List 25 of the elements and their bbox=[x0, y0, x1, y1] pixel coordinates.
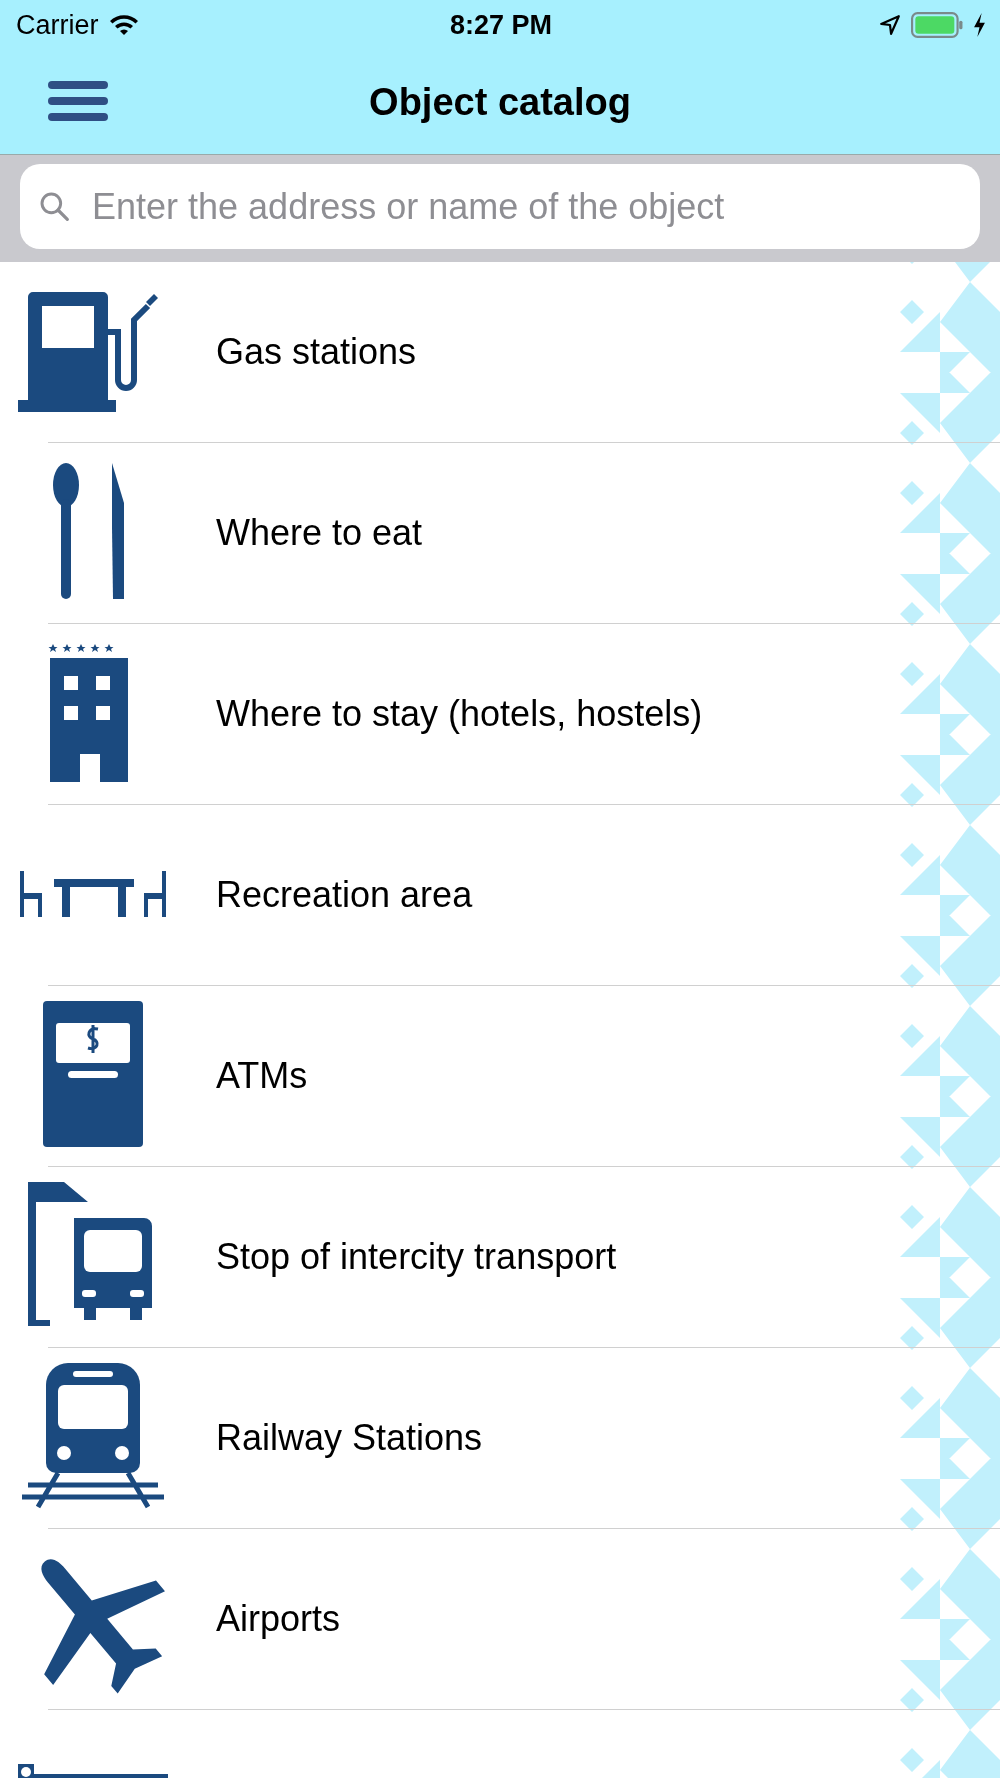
location-arrow-icon bbox=[879, 14, 901, 36]
search-icon bbox=[38, 190, 70, 222]
search-field[interactable]: Enter the address or name of the object bbox=[20, 164, 980, 249]
category-item[interactable]: ATMs bbox=[0, 986, 1000, 1166]
category-label: Recreation area bbox=[216, 874, 473, 916]
category-item[interactable]: Where to stay (hotels, hostels) bbox=[0, 624, 1000, 804]
category-label: Railway Stations bbox=[216, 1417, 483, 1459]
category-item[interactable]: Where to eat bbox=[0, 443, 1000, 623]
wifi-icon bbox=[108, 14, 139, 36]
category-label: Airports bbox=[216, 1598, 341, 1640]
category-item[interactable]: Stop of intercity transport bbox=[0, 1167, 1000, 1347]
status-time: 8:27 PM bbox=[449, 9, 552, 41]
category-label: Gas stations bbox=[216, 331, 417, 373]
category-item[interactable]: Recreation area bbox=[0, 805, 1000, 985]
screen-title: Object catalog bbox=[369, 80, 631, 124]
category-item[interactable]: Airports bbox=[0, 1529, 1000, 1709]
category-item[interactable]: Gas stations bbox=[0, 262, 1000, 442]
battery-icon bbox=[911, 12, 963, 38]
category-label: Stop of intercity transport bbox=[216, 1236, 617, 1278]
category-label: Where to stay (hotels, hostels) bbox=[216, 693, 703, 735]
menu-button[interactable] bbox=[48, 80, 110, 122]
category-label: Where to eat bbox=[216, 512, 423, 554]
carrier-name: Carrier bbox=[16, 9, 99, 41]
category-label: ATMs bbox=[216, 1055, 308, 1097]
category-item[interactable]: Railway Stations bbox=[0, 1348, 1000, 1528]
